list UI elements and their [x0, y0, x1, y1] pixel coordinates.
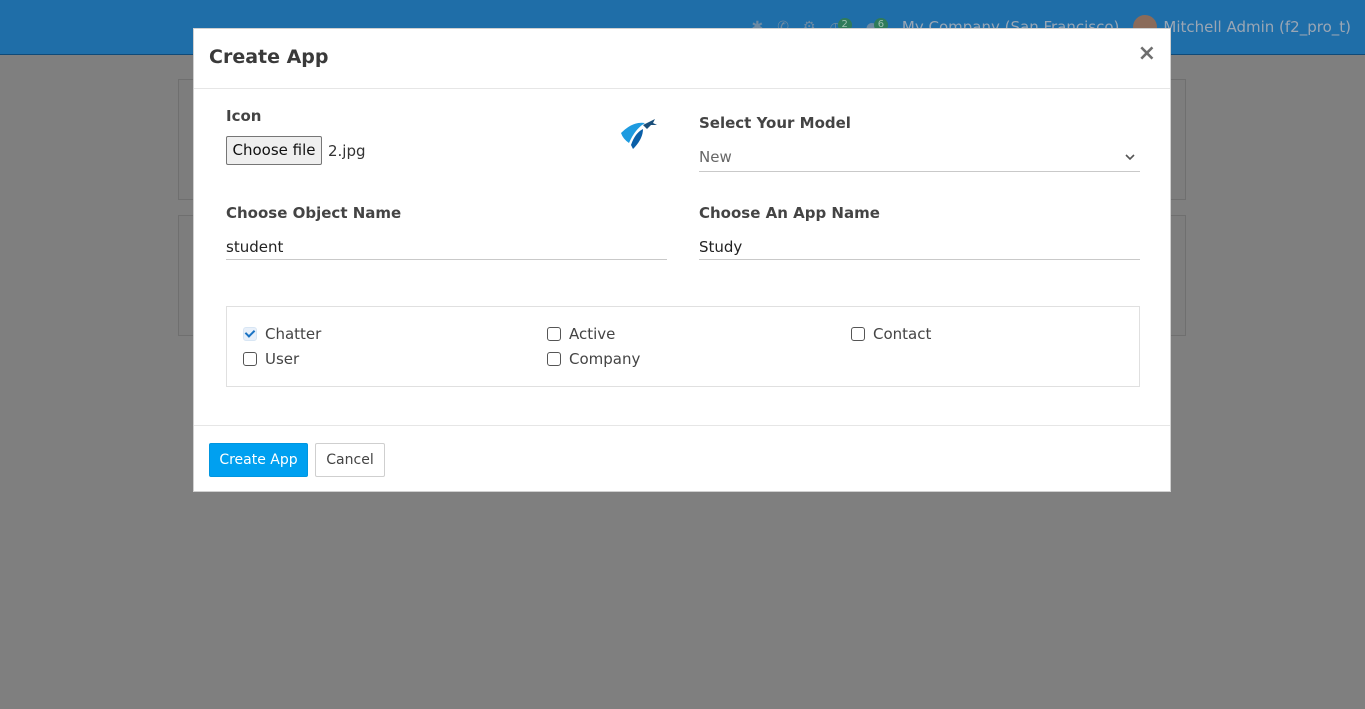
dialog-footer: Create App Cancel: [194, 425, 1170, 493]
dialog-title: Create App: [209, 46, 329, 68]
choose-file-button[interactable]: Choose file: [226, 136, 322, 165]
close-icon[interactable]: ×: [1138, 41, 1156, 66]
option-label: User: [265, 350, 300, 368]
option-user[interactable]: User: [243, 350, 299, 368]
options-group: Chatter Active Contact User Company: [226, 306, 1140, 387]
active-checkbox[interactable]: [547, 327, 561, 341]
user-name: Mitchell Admin (f2_pro_t): [1163, 18, 1351, 36]
contact-checkbox[interactable]: [851, 327, 865, 341]
dialog-header: Create App ×: [194, 29, 1170, 89]
app-icon-preview: [621, 119, 657, 149]
option-label: Chatter: [265, 325, 322, 343]
create-app-button[interactable]: Create App: [209, 443, 308, 477]
app-name-input[interactable]: [699, 234, 1140, 260]
company-checkbox[interactable]: [547, 352, 561, 366]
option-active[interactable]: Active: [547, 325, 615, 343]
model-select-value: New: [699, 148, 732, 166]
create-app-dialog: Create App × Icon Choose file 2.jpg Sele…: [193, 28, 1171, 492]
user-checkbox[interactable]: [243, 352, 257, 366]
option-chatter[interactable]: Chatter: [243, 325, 321, 343]
model-label: Select Your Model: [699, 114, 851, 132]
icon-label: Icon: [226, 107, 262, 125]
object-name-input[interactable]: [226, 234, 667, 260]
chevron-down-icon: [1125, 154, 1135, 161]
option-label: Contact: [873, 325, 932, 343]
chatter-checkbox[interactable]: [243, 327, 257, 341]
option-company[interactable]: Company: [547, 350, 640, 368]
app-name-label: Choose An App Name: [699, 204, 880, 222]
model-select[interactable]: New: [699, 145, 1140, 172]
selected-file-name: 2.jpg: [328, 142, 366, 160]
option-contact[interactable]: Contact: [851, 325, 931, 343]
cancel-button[interactable]: Cancel: [315, 443, 385, 477]
option-label: Active: [569, 325, 616, 343]
option-label: Company: [569, 350, 641, 368]
object-name-label: Choose Object Name: [226, 204, 402, 222]
